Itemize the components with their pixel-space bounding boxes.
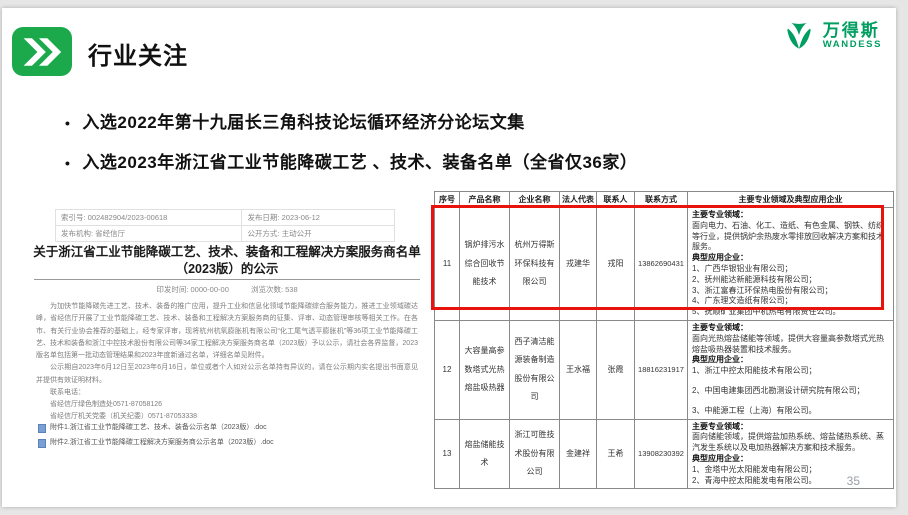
app-item: 1、浙江中控太阳能技术有限公司；: [692, 366, 889, 377]
doc-index-no: 索引号: 002482904/2023-00618: [56, 210, 242, 226]
cell-legal-rep: 王水福: [560, 320, 597, 419]
page-title: 行业关注: [88, 36, 188, 71]
brand-logo: 万得斯 WANDESS: [781, 18, 882, 54]
apps-list: 1、广西华银铝业有限公司； 2、抚州能达新能源科技有限公司； 3、浙江富春江环保…: [692, 264, 889, 318]
cell-product: 熔盐储能技术: [460, 419, 510, 489]
domain-text: 面向储能领域，提供熔盐加热系统、熔盐储热系统、蒸汽发生系统以及电加热器解决方案和…: [692, 432, 889, 454]
announcement-document: 索引号: 002482904/2023-00618 发布日期: 2023-06-…: [28, 193, 426, 461]
chevron-glyphs: [19, 35, 65, 69]
table-row-11: 11 锅炉排污水综合回收节能技术 杭州万得斯环保科技有限公司 戎建华 戎阳 13…: [435, 208, 894, 321]
cell-company: 浙江可胜技术股份有限公司: [510, 419, 560, 489]
apps-label: 典型应用企业：: [692, 454, 889, 465]
cell-domain-apps: 主要专业领域： 面向储能领域，提供熔盐加热系统、熔盐储热系统、蒸汽发生系统以及电…: [688, 419, 894, 489]
cell-product: 大容量高参数塔式光热熔盐吸热器: [460, 320, 510, 419]
app-item: 2、中国电建集团西北勘测设计研究院有限公司；: [692, 386, 889, 397]
attachment-1-label: 附件1.浙江省工业节能降碳工艺、技术、装备公示名单（2023版）.doc: [50, 421, 267, 436]
cell-phone: 18816231917: [635, 320, 688, 419]
doc-print-info: 印发时间: 0000-00-00 浏览次数: 538: [28, 284, 426, 295]
page-number: 35: [847, 474, 860, 488]
col-header-phone: 联系方式: [635, 192, 688, 208]
cell-no: 13: [435, 419, 460, 489]
domain-text: 面向光热熔盐储能等领域，提供大容量高参数塔式光热熔盐吸热器装置和技术服务。: [692, 334, 889, 356]
doc-file-icon: [38, 439, 46, 448]
table-row-13: 13 熔盐储能技术 浙江可胜技术股份有限公司 金建祥 王希 1390823039…: [435, 419, 894, 489]
doc-divider: [34, 279, 420, 280]
col-header-legal-rep: 法人代表: [560, 192, 597, 208]
cell-product: 锅炉排污水综合回收节能技术: [460, 208, 510, 321]
doc-contact-label: 联系电话：: [36, 387, 418, 399]
table-header-row: 序号 产品名称 企业名称 法人代表 联系人 联系方式 主要专业领域及典型应用企业: [435, 192, 894, 208]
attachment-link-1[interactable]: 附件1.浙江省工业节能降碳工艺、技术、装备公示名单（2023版）.doc: [38, 421, 420, 436]
cell-legal-rep: 金建祥: [560, 419, 597, 489]
col-header-product: 产品名称: [460, 192, 510, 208]
cell-contact: 王希: [597, 419, 635, 489]
wandess-leaf-icon: [781, 18, 817, 54]
app-item: 3、中能源工程（上海）有限公司。: [692, 406, 889, 417]
slide: 行业关注 万得斯 WANDESS 入选2022年第十九届长三角科技论坛循环经济分…: [2, 8, 896, 507]
domain-label: 主要专业领域：: [692, 323, 889, 334]
cell-no: 12: [435, 320, 460, 419]
apps-label: 典型应用企业：: [692, 355, 889, 366]
cell-contact: 戎阳: [597, 208, 635, 321]
app-item: 2、抚州能达新能源科技有限公司；: [692, 275, 889, 286]
double-chevron-icon: [12, 27, 72, 76]
doc-file-icon: [38, 424, 46, 433]
doc-attachments: 附件1.浙江省工业节能降碳工艺、技术、装备公示名单（2023版）.doc 附件2…: [38, 421, 420, 450]
doc-print-time: 印发时间: 0000-00-00: [156, 285, 229, 294]
cell-contact: 张霞: [597, 320, 635, 419]
domain-label: 主要专业领域：: [692, 210, 889, 221]
brand-name-cn: 万得斯: [823, 22, 882, 40]
bullet-item-1: 入选2022年第十九届长三角科技论坛循环经济分论坛文集: [65, 108, 525, 133]
app-item: 5、抚顺矿业集团中机热电有限责任公司。: [692, 307, 889, 318]
doc-agency: 发布机构: 省经信厅: [56, 226, 242, 242]
app-item: 4、广东理文造纸有限公司；: [692, 296, 889, 307]
doc-contact-phone-1: 省经信厅绿色制造处0571-87058126: [36, 399, 418, 411]
app-item: 3、浙江富春江环保热电股份有限公司；: [692, 286, 889, 297]
cell-domain-apps: 主要专业领域： 面向电力、石油、化工、造纸、有色金属、钢铁、纺织等行业，提供锅炉…: [688, 208, 894, 321]
cell-phone: 13862690431: [635, 208, 688, 321]
col-header-domain: 主要专业领域及典型应用企业: [688, 192, 894, 208]
domain-label: 主要专业领域：: [692, 422, 889, 433]
apps-label: 典型应用企业：: [692, 253, 889, 264]
bullet-item-2: 入选2023年浙江省工业节能降碳工艺 、技术、装备名单（全省仅36家）: [65, 148, 637, 173]
attachment-2-label: 附件2.浙江省工业节能降碳工程解决方案服务商公示名单（2023版）.doc: [50, 436, 274, 451]
doc-open-method: 公开方式: 主动公开: [242, 226, 395, 242]
doc-paragraph-2: 公示期自2023年6月12日至2023年6月16日，单位或者个人如对公示名单持有…: [36, 362, 418, 387]
col-header-contact: 联系人: [597, 192, 635, 208]
domain-text: 面向电力、石油、化工、造纸、有色金属、钢铁、纺织等行业，提供锅炉余热废水零排放回…: [692, 221, 889, 253]
cell-no: 11: [435, 208, 460, 321]
col-header-no: 序号: [435, 192, 460, 208]
apps-list: 1、浙江中控太阳能技术有限公司； 2、中国电建集团西北勘测设计研究院有限公司； …: [692, 366, 889, 416]
vendor-table: 序号 产品名称 企业名称 法人代表 联系人 联系方式 主要专业领域及典型应用企业…: [434, 191, 894, 489]
cell-company: 西子清洁能源装备制造股份有限公司: [510, 320, 560, 419]
app-item: 1、广西华银铝业有限公司；: [692, 264, 889, 275]
doc-title: 关于浙江省工业节能降碳工艺、技术、装备和工程解决方案服务商名单（2023版）的公…: [28, 244, 426, 278]
cell-legal-rep: 戎建华: [560, 208, 597, 321]
brand-name-en: WANDESS: [823, 40, 882, 50]
col-header-company: 企业名称: [510, 192, 560, 208]
table-row-12: 12 大容量高参数塔式光热熔盐吸热器 西子清洁能源装备制造股份有限公司 王水福 …: [435, 320, 894, 419]
attachment-link-2[interactable]: 附件2.浙江省工业节能降碳工程解决方案服务商公示名单（2023版）.doc: [38, 436, 420, 451]
cell-domain-apps: 主要专业领域： 面向光热熔盐储能等领域，提供大容量高参数塔式光热熔盐吸热器装置和…: [688, 320, 894, 419]
doc-publish-date: 发布日期: 2023-06-12: [242, 210, 395, 226]
doc-view-count: 浏览次数: 538: [251, 285, 298, 294]
doc-meta-table: 索引号: 002482904/2023-00618 发布日期: 2023-06-…: [55, 209, 395, 242]
doc-paragraph-1: 为加快节能降碳先进工艺、技术、装备的推广应用，提升工业和信息化领域节能降碳综合服…: [36, 301, 418, 362]
cell-phone: 13908230392: [635, 419, 688, 489]
cell-company: 杭州万得斯环保科技有限公司: [510, 208, 560, 321]
doc-body-text: 为加快节能降碳先进工艺、技术、装备的推广应用，提升工业和信息化领域节能降碳综合服…: [36, 301, 418, 424]
